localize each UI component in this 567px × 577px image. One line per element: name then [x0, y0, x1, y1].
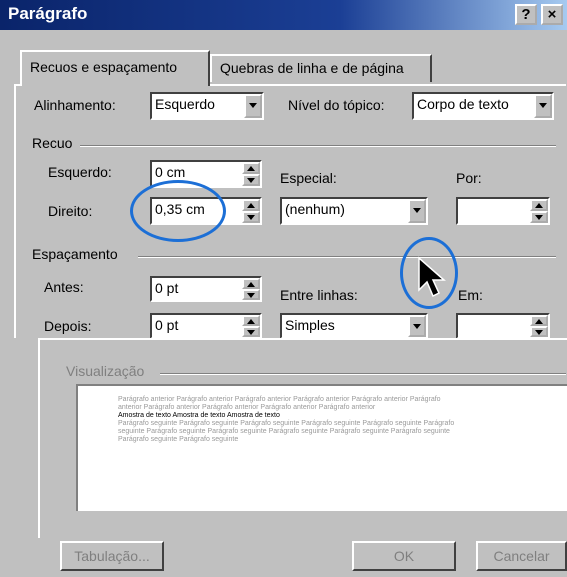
line-spacing-select[interactable]: Simples: [280, 313, 428, 339]
tabs-button[interactable]: Tabulação...: [60, 541, 164, 571]
indent-group-label: Recuo: [32, 135, 73, 151]
spacing-before-label: Antes:: [44, 279, 84, 295]
preview-current-line: Amostra de texto Amostra de texto Amostr…: [118, 412, 280, 419]
spacing-before-spinner[interactable]: 0 pt: [150, 276, 262, 302]
spin-up-icon[interactable]: [242, 315, 260, 326]
ok-button[interactable]: OK: [352, 541, 456, 571]
tab-indents-spacing[interactable]: Recuos e espaçamento: [20, 50, 210, 86]
spacing-after-value: 0 pt: [155, 317, 179, 333]
indent-group-rule: [80, 145, 556, 147]
special-label: Especial:: [280, 170, 337, 186]
spin-down-icon[interactable]: [242, 289, 260, 300]
spin-down-icon[interactable]: [242, 174, 260, 186]
spin-up-icon[interactable]: [530, 315, 548, 326]
spacing-group-rule: [138, 256, 556, 258]
spacing-group-label: Espaçamento: [32, 246, 118, 262]
spin-down-icon[interactable]: [242, 211, 260, 223]
at-spinner[interactable]: [456, 313, 550, 339]
title-bar[interactable]: Parágrafo ? ×: [0, 0, 567, 30]
line-spacing-label: Entre linhas:: [280, 287, 358, 303]
tab-line-page-breaks[interactable]: Quebras de linha e de página: [210, 54, 432, 82]
dropdown-arrow-icon[interactable]: [408, 315, 426, 337]
spacing-after-label: Depois:: [44, 318, 92, 334]
right-indent-highlight: [130, 180, 226, 242]
special-select[interactable]: (nenhum): [280, 197, 428, 225]
spin-up-icon[interactable]: [530, 199, 548, 211]
outline-level-value: Corpo de texto: [417, 96, 509, 112]
spin-up-icon[interactable]: [242, 278, 260, 289]
outline-level-label: Nível do tópico:: [288, 97, 385, 113]
spin-up-icon[interactable]: [242, 162, 260, 174]
by-label: Por:: [456, 170, 482, 186]
spin-up-icon[interactable]: [242, 199, 260, 211]
dropdown-arrow-icon[interactable]: [244, 94, 262, 118]
spacing-before-value: 0 pt: [155, 280, 179, 296]
at-label: Em:: [458, 287, 483, 303]
dropdown-arrow-icon[interactable]: [534, 94, 552, 118]
paragraph-dialog: Parágrafo ? × Recuos e espaçamento Quebr…: [0, 0, 567, 577]
alignment-value: Esquerdo: [155, 96, 215, 112]
spacing-after-spinner[interactable]: 0 pt: [150, 313, 262, 339]
alignment-label: Alinhamento:: [34, 97, 116, 113]
preview-prev-line: anterior Parágrafo anterior Parágrafo an…: [118, 404, 376, 411]
special-value: (nenhum): [285, 201, 345, 217]
outline-level-select[interactable]: Corpo de texto: [412, 92, 554, 120]
by-spinner[interactable]: [456, 197, 550, 225]
cancel-button[interactable]: Cancelar: [476, 541, 567, 571]
preview-box: Parágrafo anterior Parágrafo anterior Pa…: [76, 384, 567, 511]
spin-down-icon[interactable]: [530, 326, 548, 337]
line-spacing-value: Simples: [285, 317, 335, 333]
preview-group-rule: [160, 373, 566, 375]
alignment-select[interactable]: Esquerdo: [150, 92, 264, 120]
preview-next-line: Parágrafo seguinte Parágrafo seguinte Pa…: [118, 420, 455, 427]
indent-left-label: Esquerdo:: [48, 164, 112, 180]
mouse-pointer-icon: [418, 256, 446, 298]
spin-down-icon[interactable]: [242, 326, 260, 337]
spin-down-icon[interactable]: [530, 211, 548, 223]
window-title: Parágrafo: [8, 4, 88, 23]
dropdown-arrow-icon[interactable]: [408, 199, 426, 223]
preview-prev-line: Parágrafo anterior Parágrafo anterior Pa…: [118, 396, 441, 403]
help-icon[interactable]: ?: [515, 4, 537, 25]
preview-next-line: Parágrafo seguinte Parágrafo seguinte: [118, 436, 239, 443]
indent-right-label: Direito:: [48, 203, 93, 219]
preview-next-line: seguinte Parágrafo seguinte Parágrafo se…: [118, 428, 450, 435]
close-icon[interactable]: ×: [541, 4, 563, 25]
preview-label: Visualização: [66, 363, 145, 379]
indent-left-value: 0 cm: [155, 164, 186, 180]
